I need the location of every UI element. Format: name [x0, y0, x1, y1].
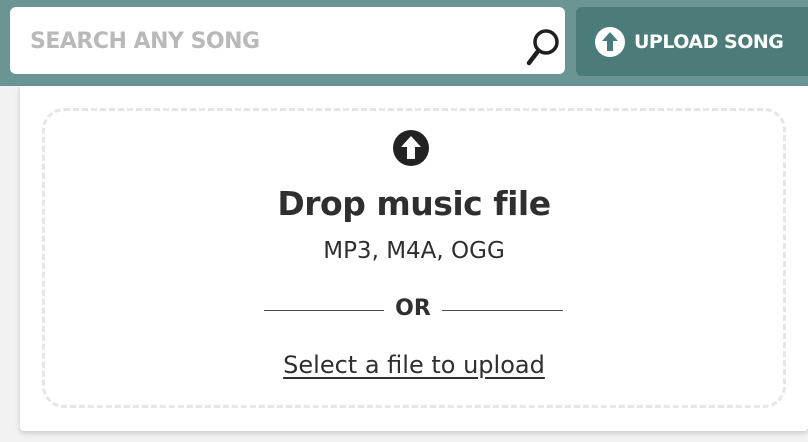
- upload-arrow-icon: [393, 130, 429, 166]
- top-bar: UPLOAD SONG: [0, 0, 808, 86]
- upload-panel: Drop music file MP3, M4A, OGG OR Select …: [20, 86, 808, 431]
- divider-line-right: [442, 310, 563, 311]
- upload-arrow-icon: [595, 26, 625, 57]
- search-box[interactable]: [10, 7, 565, 76]
- upload-song-label: UPLOAD SONG: [634, 30, 784, 53]
- search-icon[interactable]: [526, 28, 560, 68]
- dropzone-title: Drop music file: [277, 184, 551, 223]
- upload-song-button[interactable]: UPLOAD SONG: [576, 7, 808, 76]
- divider-or: OR: [395, 296, 431, 321]
- search-input[interactable]: [28, 7, 502, 76]
- divider-line-left: [264, 310, 384, 311]
- dropzone-formats: MP3, M4A, OGG: [323, 238, 505, 264]
- select-file-link[interactable]: Select a file to upload: [20, 351, 808, 379]
